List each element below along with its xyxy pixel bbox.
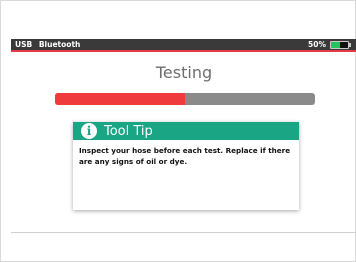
bluetooth-label: Bluetooth xyxy=(38,40,81,49)
connection-status: USB Bluetooth xyxy=(15,40,84,49)
battery-level xyxy=(331,41,340,48)
page-title: Testing xyxy=(155,63,213,82)
status-bar: USB Bluetooth 50% xyxy=(11,39,356,52)
tool-tip-title: Tool Tip xyxy=(104,123,153,139)
battery-status: 50% xyxy=(308,40,351,49)
tool-tip-card: i Tool Tip Inspect your hose before each… xyxy=(73,122,299,210)
battery-tip xyxy=(349,42,351,47)
test-progress-bar xyxy=(55,93,315,105)
usb-label: USB xyxy=(15,40,33,49)
divider xyxy=(11,232,356,233)
battery-percent: 50% xyxy=(308,40,326,49)
tool-tip-body: Inspect your hose before each test. Repl… xyxy=(79,146,291,166)
battery-icon xyxy=(330,40,349,49)
device-screen: USB Bluetooth 50% Testing i Tool Tip Ins… xyxy=(0,0,356,262)
info-icon: i xyxy=(81,123,97,139)
tool-tip-header: i Tool Tip xyxy=(73,122,299,140)
progress-fill xyxy=(55,93,185,105)
